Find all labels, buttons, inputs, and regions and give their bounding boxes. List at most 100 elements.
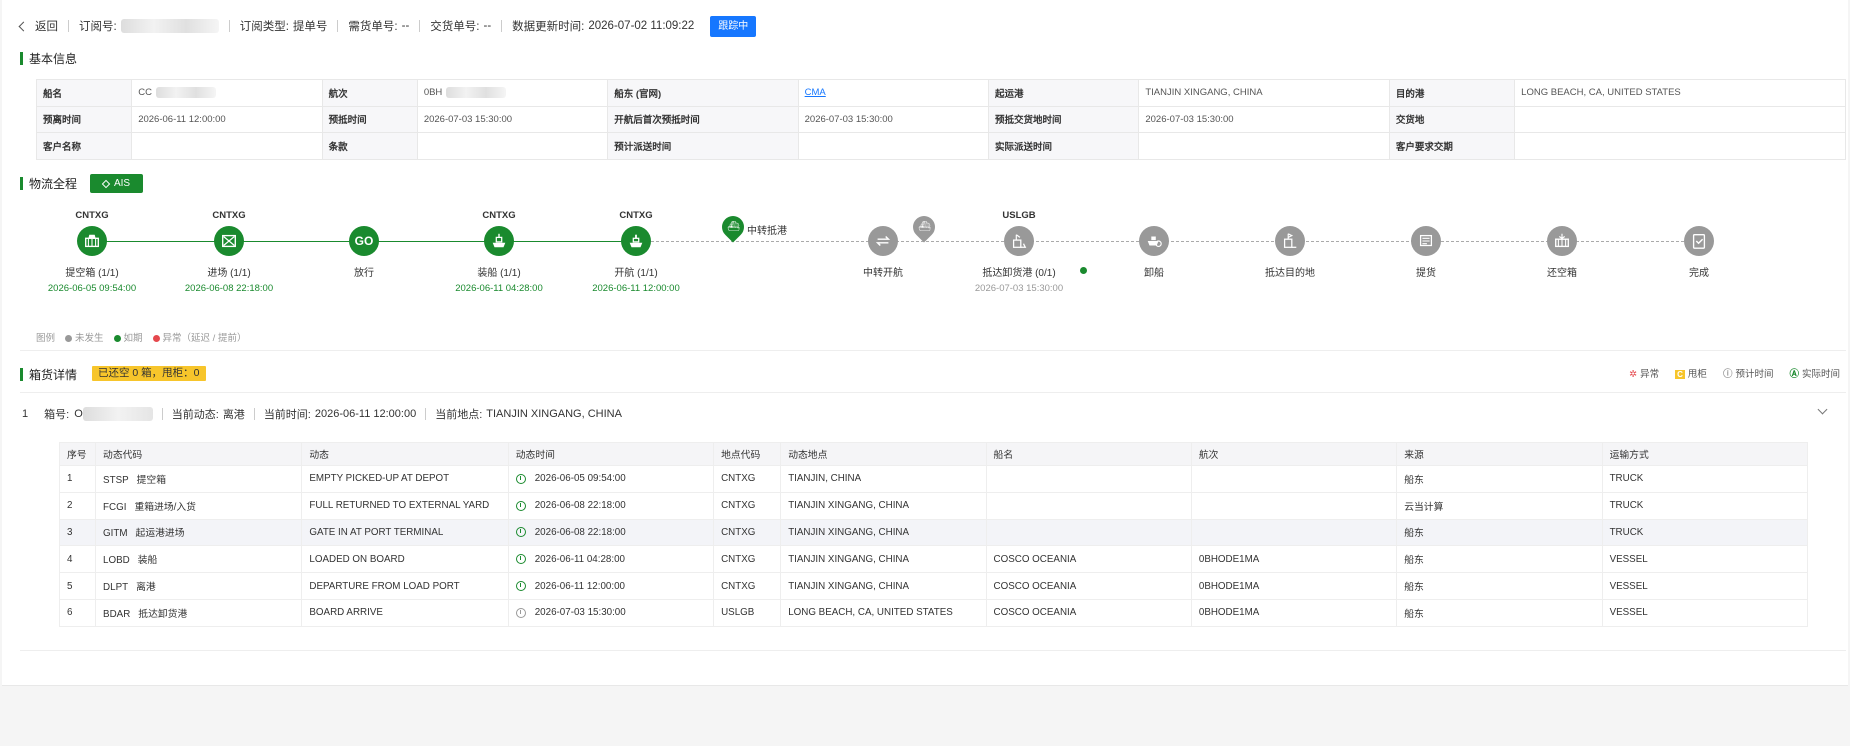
node-port-code: CNTXG xyxy=(212,210,246,221)
table-cell: USLGB xyxy=(713,598,782,627)
info-key: 预抵交货地时间 xyxy=(988,105,1140,133)
table-cell: 船东 xyxy=(1396,518,1603,547)
dropped-icon: C xyxy=(1675,370,1685,379)
info-value: LONG BEACH, CA, UNITED STATES xyxy=(1514,79,1846,107)
info-value xyxy=(416,132,609,160)
back-button[interactable]: 返回 xyxy=(18,18,58,34)
ais-button[interactable]: AIS xyxy=(90,174,143,193)
divider xyxy=(20,350,1846,351)
discharge-icon xyxy=(1139,226,1169,256)
node-label: 装船 (1/1) xyxy=(477,268,521,279)
current-time-value: 2026-06-11 12:00:00 xyxy=(314,408,417,420)
info-key: 条款 xyxy=(321,132,418,160)
type-value: 提单号 xyxy=(292,21,328,33)
node-time: 2026-06-11 04:28:00 xyxy=(455,283,543,294)
info-value: TIANJIN XINGANG, CHINA xyxy=(1138,79,1390,107)
table-cell: DEPARTURE FROM LOAD PORT xyxy=(301,572,509,600)
info-key: 预离时间 xyxy=(35,105,133,133)
table-cell xyxy=(985,465,1192,493)
info-row: 预离时间 2026-06-11 12:00:00 预抵时间 2026-07-03 15… xyxy=(35,105,1846,133)
table-cell: 2026-06-08 22:18:00 xyxy=(507,491,715,520)
collapse-chevron-icon[interactable] xyxy=(1817,404,1828,415)
table-row[interactable]: 1 STSP 提空箱 EMPTY PICKED-UP AT DEPOT 2026-06-… xyxy=(58,465,1809,493)
table-cell: BDAR 抵达卸货港 xyxy=(95,598,303,627)
basic-info-title: 基本信息 xyxy=(20,50,77,67)
tracking-status-button[interactable]: 跟踪中 xyxy=(710,15,757,37)
divider xyxy=(337,20,339,32)
vessel-position-pin-icon[interactable]: ⛴ xyxy=(908,211,940,243)
column-header: 地点代码 xyxy=(713,442,782,466)
header-bar: 返回 订阅号: 订阅类型: 提单号 需货单号: -- 交货单号: -- 数据更新… xyxy=(18,14,757,38)
expected-time-icon: ⓘ xyxy=(1722,369,1733,380)
container-icon xyxy=(77,226,107,256)
abnormal-icon: ✲ xyxy=(1629,369,1638,380)
info-key: 航次 xyxy=(321,79,418,107)
actual-time-icon xyxy=(515,527,526,538)
table-row[interactable]: 3 GITM 起运港进场 GATE IN AT PORT TERMINAL 2026-0… xyxy=(58,518,1809,547)
status-label: 当前动态: xyxy=(171,409,219,421)
table-cell: 2026-07-03 15:30:00 xyxy=(507,598,715,627)
node-label: 提货 xyxy=(1416,268,1436,279)
table-cell xyxy=(985,491,1192,520)
table-cell xyxy=(1190,491,1398,520)
node-port-code: USLGB xyxy=(1002,210,1036,221)
current-place-value: TIANJIN XINGANG, CHINA xyxy=(486,408,622,420)
info-value xyxy=(131,132,323,160)
column-header: 来源 xyxy=(1396,442,1603,466)
table-cell: LONG BEACH, CA, UNITED STATES xyxy=(780,598,987,627)
info-row: 船名 CC 航次 0BH 船东 (官网) CMA 起运港 TIANJIN XINGANG, C… xyxy=(35,79,1846,107)
info-value xyxy=(1514,105,1846,133)
actual-time-icon xyxy=(515,500,526,511)
info-key: 起运港 xyxy=(988,79,1140,107)
table-row[interactable]: 2 FCGI 重箱进场/入货 FULL RETURNED TO EXTERNAL YA… xyxy=(58,491,1809,520)
status-value: 离港 xyxy=(222,409,245,421)
cargo-title: 箱货详情 xyxy=(20,366,77,383)
basic-info-table: 船名 CC 航次 0BH 船东 (官网) CMA 起运港 TIANJIN XINGANG, C… xyxy=(35,79,1846,160)
node-label: 中转开航 xyxy=(863,268,903,279)
container-summary: 1 箱号: O 当前动态: 离港 当前时间: 2026-06-11 12:00:… xyxy=(22,406,622,422)
table-row[interactable]: 6 BDAR 抵达卸货港 BOARD ARRIVE 2026-07-03 15:30:0… xyxy=(58,598,1809,627)
return-empty-icon xyxy=(1547,226,1577,256)
table-cell: 0BHODE1MA xyxy=(1190,572,1398,600)
table-cell: TIANJIN XINGANG, CHINA xyxy=(780,572,987,600)
node-label: 抵达卸货港 (0/1) xyxy=(982,268,1056,279)
actual-time-icon xyxy=(515,473,526,484)
table-row[interactable]: 4 LOBD 装船 LOADED ON BOARD 2026-06-11 04:28:0… xyxy=(58,545,1809,574)
updated-label: 数据更新时间: xyxy=(512,21,585,33)
column-header: 序号 xyxy=(58,442,97,466)
carrier-link[interactable]: CMA xyxy=(805,87,826,98)
legend-dropped-item: C 甩柜 xyxy=(1675,369,1707,380)
redacted-order-number xyxy=(120,19,219,33)
complete-icon xyxy=(1684,226,1714,256)
divider xyxy=(228,20,230,32)
table-cell: LOBD 装船 xyxy=(95,545,303,574)
logistics-timeline: ⛴ ⛴ CNTXG 提空箱 (1/1) 2026-06-05 09:54:00 CNTXG… xyxy=(2,200,1850,310)
table-cell: VESSEL xyxy=(1601,572,1809,600)
column-header: 动态时间 xyxy=(507,442,715,466)
table-cell: TRUCK xyxy=(1601,465,1809,493)
node-port-code: CNTXG xyxy=(619,210,653,221)
table-cell: 2026-06-11 04:28:00 xyxy=(507,545,715,574)
table-cell: 5 xyxy=(58,572,97,600)
node-label: 进场 (1/1) xyxy=(207,268,251,279)
return-status-badge: 已还空 0 箱，甩柜：0 xyxy=(92,366,206,381)
table-cell: 3 xyxy=(58,518,97,547)
info-key: 客户名称 xyxy=(35,132,133,160)
table-cell: 船东 xyxy=(1396,545,1603,574)
table-row[interactable]: 5 DLPT 离港 DEPARTURE FROM LOAD PORT 2026-06-1… xyxy=(58,572,1809,600)
info-value: 0BH xyxy=(416,79,609,107)
column-header: 运输方式 xyxy=(1601,442,1809,466)
node-label: 开航 (1/1) xyxy=(614,268,658,279)
updated-value: 2026-07-02 11:09:22 xyxy=(588,20,695,32)
expected-time-icon xyxy=(515,607,526,618)
info-key: 预计派送时间 xyxy=(607,132,799,160)
info-row: 客户名称 条款 预计派送时间 实际派送时间 客户要求交期 xyxy=(35,132,1846,160)
actual-time-icon xyxy=(515,580,526,591)
table-cell: LOADED ON BOARD xyxy=(301,545,509,574)
delivery-value: -- xyxy=(483,20,492,32)
info-value: 2026-07-03 15:30:00 xyxy=(1138,105,1390,133)
legend-actual-item: Ⓐ 实际时间 xyxy=(1789,369,1840,380)
info-key: 交货地 xyxy=(1388,105,1516,133)
table-cell: 2026-06-08 22:18:00 xyxy=(507,518,715,547)
table-cell: FULL RETURNED TO EXTERNAL YARD xyxy=(301,491,509,520)
